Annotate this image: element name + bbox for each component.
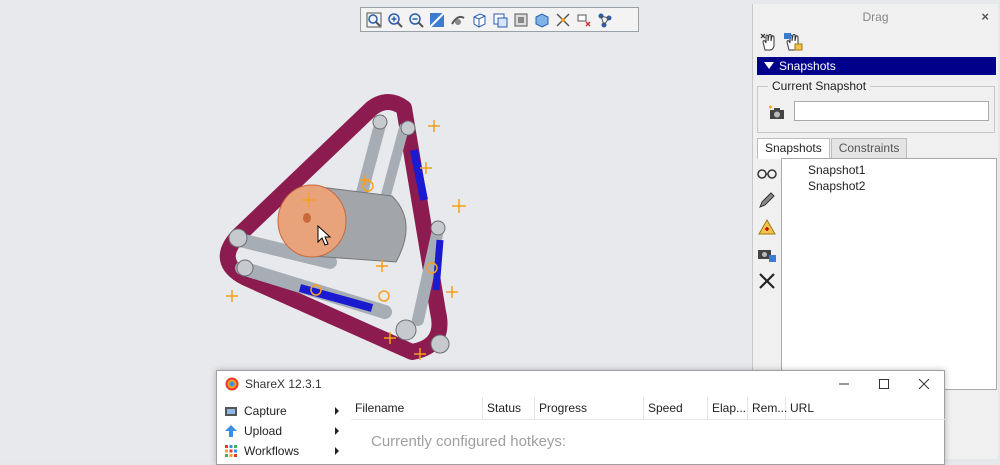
view-cube-icon[interactable] (469, 10, 489, 30)
glasses-icon[interactable] (757, 164, 779, 185)
snapshot-name-input[interactable] (794, 101, 989, 121)
task-table-header: Filename Status Progress Speed Elap... R… (351, 397, 945, 420)
current-snapshot-group: Current Snapshot (757, 79, 995, 133)
view-toolbar (360, 7, 639, 32)
pencil-icon[interactable] (757, 191, 779, 212)
cylinder-part[interactable] (277, 184, 407, 263)
menu-item-upload[interactable]: Upload (221, 421, 349, 441)
section-label: Snapshots (779, 59, 836, 73)
panel-title: Drag (862, 10, 889, 24)
column-filename[interactable]: Filename (351, 397, 483, 419)
snapshot-list[interactable]: Snapshot1 Snapshot2 (781, 158, 997, 390)
chevron-right-icon (335, 447, 339, 455)
snapshot-tabs: Snapshots Constraints (757, 138, 908, 159)
drag-hand-snapshot-icon[interactable] (783, 32, 803, 55)
menu-label: Upload (244, 424, 283, 438)
drag-hand-icon[interactable] (759, 32, 779, 55)
close-icon[interactable]: × (981, 4, 989, 30)
view-orient-icon[interactable] (490, 10, 510, 30)
snapshots-section-header[interactable]: Snapshots (757, 57, 996, 75)
minimize-button[interactable] (824, 371, 864, 397)
column-speed[interactable]: Speed (644, 397, 708, 419)
zoom-in-icon[interactable] (385, 10, 405, 30)
snap-icon[interactable] (553, 10, 573, 30)
panel-title-bar: Drag × (753, 4, 998, 30)
column-remaining[interactable]: Rem... (748, 397, 787, 419)
menu-item-workflows[interactable]: Workflows (221, 441, 349, 461)
sharex-title-bar: ShareX 12.3.1 (217, 371, 944, 397)
snapshot-side-tools (757, 164, 779, 293)
close-button[interactable] (904, 371, 944, 397)
column-progress[interactable]: Progress (535, 397, 644, 419)
sharex-logo-icon (225, 377, 239, 391)
menu-label: Workflows (244, 444, 300, 458)
render-mode-icon[interactable] (511, 10, 531, 30)
column-url[interactable]: URL (786, 397, 936, 419)
delete-icon[interactable] (757, 272, 779, 293)
warning-add-icon[interactable] (757, 218, 779, 239)
menu-item-capture[interactable]: Capture (221, 401, 349, 421)
shading-icon[interactable] (532, 10, 552, 30)
zoom-out-icon[interactable] (406, 10, 426, 30)
chevron-right-icon (335, 427, 339, 435)
menu-label: Capture (244, 404, 287, 418)
tab-snapshots[interactable]: Snapshots (757, 138, 830, 159)
window-title: ShareX 12.3.1 (245, 377, 322, 391)
zoom-fit-icon[interactable] (364, 10, 384, 30)
upload-icon (225, 425, 237, 437)
chevron-right-icon (335, 407, 339, 415)
flyout-icon[interactable] (574, 10, 594, 30)
drag-tools (759, 32, 803, 55)
zoom-area-icon[interactable] (427, 10, 447, 30)
collapse-arrow-icon[interactable] (764, 62, 774, 69)
rotate-view-icon[interactable] (448, 10, 468, 30)
hotkeys-info: Currently configured hotkeys: (371, 433, 567, 450)
column-status[interactable]: Status (483, 397, 535, 419)
list-item[interactable]: Snapshot1 (808, 162, 996, 178)
current-snapshot-label: Current Snapshot (768, 79, 871, 93)
sharex-sidebar: Capture Upload Workflows (221, 401, 349, 461)
column-elapsed[interactable]: Elap... (708, 397, 748, 419)
camera-update-icon[interactable] (757, 245, 779, 266)
take-snapshot-icon[interactable] (768, 105, 786, 124)
assembly-icon[interactable] (595, 10, 615, 30)
maximize-button[interactable] (864, 371, 904, 397)
tab-constraints[interactable]: Constraints (830, 138, 908, 158)
list-item[interactable]: Snapshot2 (808, 178, 996, 194)
sharex-window: ShareX 12.3.1 Capture Upload Workflows F… (216, 370, 945, 465)
capture-icon (225, 407, 237, 416)
workflows-icon (225, 445, 237, 457)
